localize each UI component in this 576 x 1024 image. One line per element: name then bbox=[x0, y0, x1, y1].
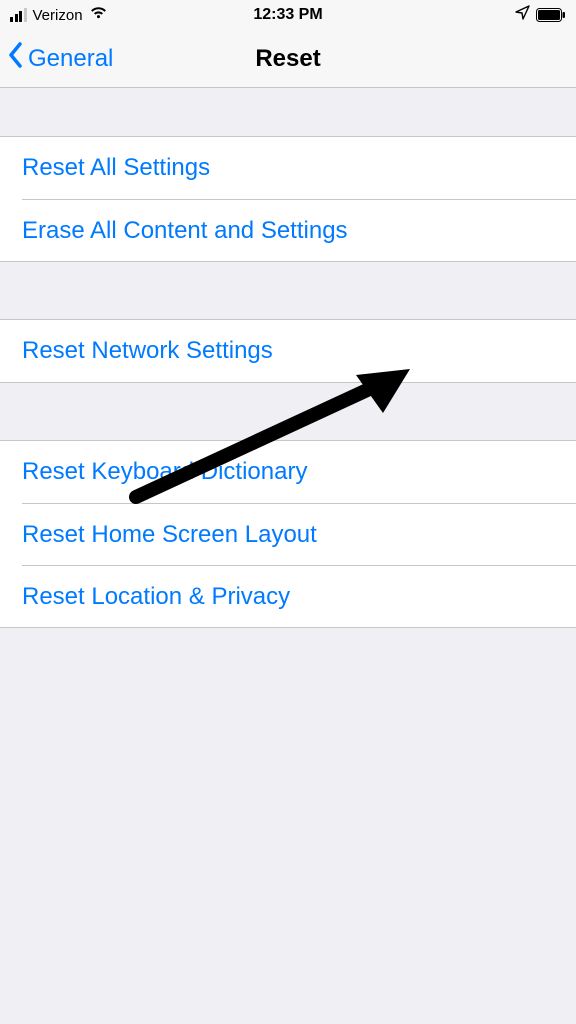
settings-group-3: Reset Keyboard Dictionary Reset Home Scr… bbox=[0, 440, 576, 628]
back-label: General bbox=[28, 45, 113, 73]
location-icon bbox=[515, 5, 530, 25]
chevron-left-icon bbox=[8, 42, 24, 75]
carrier-label: Verizon bbox=[33, 7, 83, 24]
page-title: Reset bbox=[255, 45, 320, 73]
reset-location-privacy-row[interactable]: Reset Location & Privacy bbox=[22, 565, 576, 627]
nav-bar: General Reset bbox=[0, 30, 576, 88]
section-gap bbox=[0, 383, 576, 440]
row-label: Reset Home Screen Layout bbox=[22, 521, 317, 549]
settings-group-1: Reset All Settings Erase All Content and… bbox=[0, 136, 576, 262]
reset-home-screen-row[interactable]: Reset Home Screen Layout bbox=[22, 503, 576, 565]
status-bar: Verizon 12:33 PM bbox=[0, 0, 576, 30]
battery-icon bbox=[536, 8, 566, 22]
status-time: 12:33 PM bbox=[253, 6, 322, 24]
row-label: Reset Network Settings bbox=[22, 337, 273, 365]
reset-network-settings-row[interactable]: Reset Network Settings bbox=[0, 320, 576, 382]
status-left: Verizon bbox=[10, 5, 108, 25]
settings-group-2: Reset Network Settings bbox=[0, 319, 576, 383]
row-label: Erase All Content and Settings bbox=[22, 217, 348, 245]
cellular-signal-icon bbox=[10, 8, 27, 22]
row-label: Reset Location & Privacy bbox=[22, 583, 290, 611]
row-label: Reset All Settings bbox=[22, 154, 210, 182]
row-label: Reset Keyboard Dictionary bbox=[22, 458, 307, 486]
section-gap bbox=[0, 88, 576, 136]
reset-keyboard-dictionary-row[interactable]: Reset Keyboard Dictionary bbox=[0, 441, 576, 503]
section-gap bbox=[0, 262, 576, 319]
reset-all-settings-row[interactable]: Reset All Settings bbox=[0, 137, 576, 199]
wifi-icon bbox=[89, 5, 108, 25]
erase-all-content-row[interactable]: Erase All Content and Settings bbox=[22, 199, 576, 261]
back-button[interactable]: General bbox=[8, 42, 113, 75]
status-right bbox=[515, 5, 566, 25]
